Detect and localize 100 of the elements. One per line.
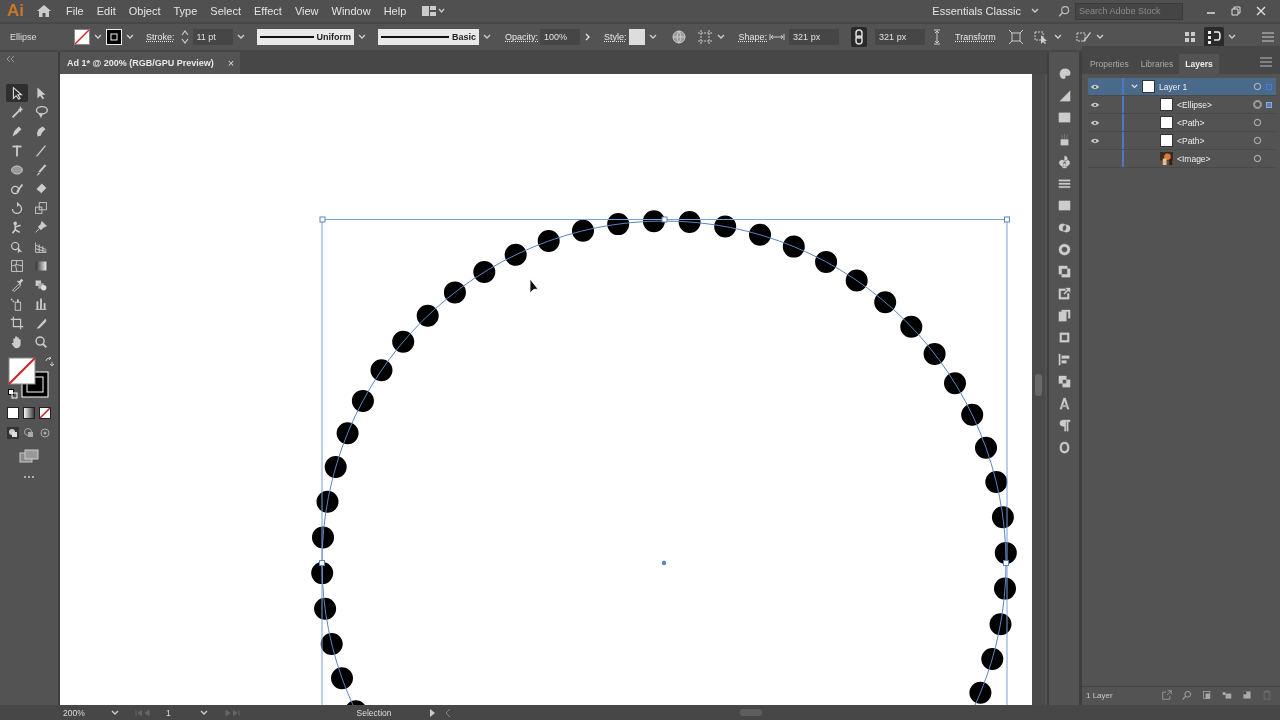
globe-icon[interactable] — [670, 29, 687, 45]
brush-dropdown[interactable]: Basic — [378, 29, 480, 45]
layer-row[interactable]: <Path> — [1088, 132, 1276, 150]
stroke-lines-icon[interactable] — [1056, 176, 1072, 191]
menu-item[interactable]: Effect — [253, 5, 282, 17]
grid-icon[interactable] — [1182, 29, 1198, 45]
anchor-point[interactable] — [661, 216, 668, 223]
shape-label[interactable]: Shape: — [738, 32, 768, 42]
swap-icon[interactable] — [44, 357, 54, 368]
character-icon[interactable] — [1056, 396, 1072, 411]
selection-indicator[interactable] — [1266, 101, 1272, 108]
stroke-label[interactable]: Stroke: — [146, 32, 175, 42]
export-icon[interactable] — [1162, 690, 1172, 700]
menu-item[interactable]: Type — [173, 5, 198, 17]
expand-caret-icon[interactable] — [1129, 82, 1139, 91]
search-field[interactable]: Search Adobe Stock — [1075, 2, 1183, 20]
eye-icon[interactable] — [1090, 83, 1100, 90]
new-sublayer-icon[interactable] — [1222, 690, 1232, 700]
club-icon[interactable] — [1056, 154, 1072, 169]
menu-item[interactable]: Edit — [96, 5, 116, 17]
stroke-swatch[interactable] — [106, 29, 122, 45]
more-icon[interactable] — [23, 475, 35, 480]
transform-link[interactable]: Transform — [955, 32, 996, 42]
graphic-styles-icon[interactable] — [1056, 264, 1072, 279]
appearance-icon[interactable] — [1056, 242, 1072, 257]
gradient-swatch-icon[interactable] — [1056, 88, 1072, 103]
link-icon[interactable] — [851, 27, 868, 47]
stroke-profile-dropdown[interactable]: Uniform — [256, 29, 354, 45]
fill-none-swatch[interactable] — [74, 29, 90, 45]
palette-icon[interactable] — [1056, 66, 1072, 81]
opacity-field[interactable]: 100% — [540, 29, 581, 45]
zoom-level-field[interactable]: 200% — [60, 707, 107, 718]
paragraph-icon[interactable] — [1056, 418, 1072, 433]
recolor-icon[interactable] — [1075, 29, 1092, 45]
document-title: Ad 1* @ 200% (RGB/GPU Preview) — [67, 58, 214, 68]
layer-row[interactable]: Layer 1 — [1088, 78, 1276, 96]
properties-toggle-icon[interactable] — [1204, 27, 1224, 47]
layer-name: <Path> — [1177, 135, 1205, 146]
artboards-icon[interactable] — [1056, 308, 1072, 323]
layer-row[interactable]: <Ellipse> — [1088, 96, 1276, 114]
new-layer-icon[interactable] — [1242, 690, 1252, 700]
swatches-icon[interactable] — [1056, 110, 1072, 125]
none-mode-icon[interactable] — [39, 407, 51, 420]
select-similar-icon[interactable] — [1033, 29, 1050, 45]
clipping-mask-icon[interactable] — [1202, 690, 1212, 700]
opacity-label[interactable]: Opacity: — [505, 32, 539, 42]
pathfinder-icon[interactable] — [1056, 374, 1072, 389]
eye-icon[interactable] — [1090, 137, 1100, 144]
home-icon[interactable] — [36, 3, 52, 19]
eye-icon[interactable] — [1090, 101, 1100, 108]
eye-icon[interactable] — [1090, 119, 1100, 126]
collapse-icon[interactable] — [6, 56, 16, 62]
height-field[interactable]: 321 px — [875, 29, 926, 45]
tab-close-button[interactable]: × — [227, 57, 235, 69]
workspace-layout-icon[interactable] — [421, 3, 446, 19]
opentype-icon[interactable] — [1056, 440, 1072, 455]
layer-row[interactable]: <Path> — [1088, 114, 1276, 132]
workspace-switcher[interactable]: Essentials Classic — [932, 5, 1043, 17]
menu-item[interactable]: Help — [383, 5, 407, 17]
style-swatch[interactable] — [628, 29, 645, 45]
stroke-weight-field[interactable]: 11 pt — [192, 29, 233, 45]
layer-name: <Ellipse> — [1177, 99, 1212, 110]
app-logo: Ai — [7, 1, 24, 21]
artboard-number-field[interactable]: 1 — [163, 707, 196, 718]
screen-mode-icon[interactable] — [19, 449, 39, 464]
gradient-panel-icon[interactable] — [1056, 198, 1072, 213]
menu-item[interactable]: View — [294, 5, 319, 17]
menu-item[interactable]: File — [66, 5, 84, 17]
resize-handle[interactable] — [1004, 216, 1010, 223]
selected-object-label: Ellipse — [10, 32, 38, 42]
panel-tab[interactable]: Properties — [1084, 54, 1135, 74]
align-icon[interactable] — [1056, 352, 1072, 367]
transparency-icon[interactable] — [1056, 220, 1072, 235]
menu-item[interactable]: Object — [128, 5, 161, 17]
menu-item[interactable]: Window — [331, 5, 371, 17]
play-icon[interactable] — [427, 707, 437, 718]
current-tool-label[interactable]: Selection — [324, 707, 424, 718]
export-icon[interactable] — [1056, 286, 1072, 301]
stepper-icon[interactable] — [180, 29, 189, 45]
bounding-box-icon[interactable] — [1007, 29, 1024, 45]
transform-icon[interactable] — [1056, 330, 1072, 345]
resize-handle[interactable] — [319, 216, 326, 223]
gradient-mode-icon[interactable] — [23, 407, 35, 420]
layer-row[interactable]: <Image> — [1088, 150, 1276, 168]
document-tab[interactable]: Ad 1* @ 200% (RGB/GPU Preview) × — [60, 52, 241, 74]
panel-menu-icon[interactable] — [1258, 54, 1274, 70]
chevron-left-icon[interactable] — [444, 707, 452, 718]
panel-tab[interactable]: Libraries — [1134, 54, 1180, 74]
restore-icon[interactable] — [1230, 5, 1242, 17]
close-icon[interactable] — [1255, 5, 1267, 17]
panel-tab[interactable]: Layers — [1179, 54, 1219, 74]
menu-item[interactable]: Select — [210, 5, 241, 17]
color-mode-icon[interactable] — [7, 407, 19, 420]
default-colors-icon[interactable] — [8, 389, 18, 400]
width-field[interactable]: 321 px — [789, 29, 840, 45]
draw-inside-icon[interactable] — [39, 427, 51, 440]
draw-normal-icon[interactable] — [7, 427, 19, 440]
selection-tool-icon[interactable] — [6, 84, 28, 102]
style-label: Style: — [604, 32, 627, 42]
search-icon[interactable] — [1182, 690, 1192, 700]
